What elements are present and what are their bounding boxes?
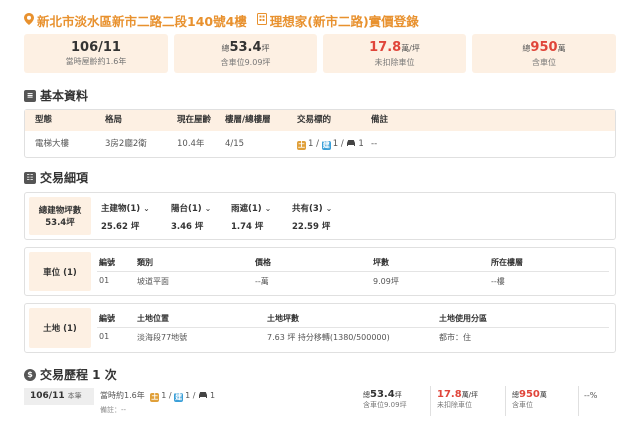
address-title: 新北市淡水區新市二路二段140號4樓 (37, 13, 247, 29)
chevron-down-icon: ⌄ (204, 204, 212, 213)
land-icon: 土 (297, 141, 306, 150)
total-price: 950 (530, 40, 558, 55)
basic-info-heading: ≡ 基本資料 (24, 87, 88, 104)
community-link[interactable]: 理想家(新市二路)實價登錄 (270, 11, 419, 30)
unit-price: 17.8 (369, 40, 402, 55)
history-title: 交易歷程 1 次 (40, 368, 117, 382)
parking-box: 車位 (1) 編號 類別 價格 坪數 所在樓層 01 坡道平面 --萬 9.09… (24, 247, 616, 296)
divider (578, 386, 579, 416)
history-note: 備註：-- (100, 406, 127, 414)
car-icon (346, 132, 356, 158)
col-note: 備註 (371, 115, 389, 125)
location-pin-icon (24, 12, 34, 28)
dollar-icon: $ (24, 368, 36, 381)
table-header-row: 型態 格局 現在屋齡 樓層/總樓層 交易標的 備註 (25, 110, 615, 131)
land-label: 土地 (1) (29, 308, 91, 348)
value-layout: 3房2廳2衛 (105, 139, 147, 149)
table-row: 電梯大樓 3房2廳2衛 10.4年 4/15 土1 / 建1 / 1 -- (25, 131, 615, 157)
value-target: 土1 / 建1 / 1 (297, 131, 364, 158)
unit-price-unit: 萬/坪 (401, 44, 420, 53)
history-date-badge: 106/11 本筆 (24, 388, 94, 405)
canopy-dropdown[interactable]: 雨遮(1) ⌄ 1.74 坪 (231, 202, 271, 232)
divider (97, 327, 609, 328)
parking-col-price: 價格 (255, 258, 271, 267)
land-value-no: 01 (99, 332, 110, 341)
land-col-no: 編號 (99, 314, 115, 323)
value-age: 10.4年 (177, 139, 205, 149)
col-floor: 樓層/總樓層 (225, 115, 271, 125)
balcony-dropdown[interactable]: 陽台(1) ⌄ 3.46 坪 (171, 202, 211, 232)
col-target: 交易標的 (297, 115, 332, 125)
summary-unit-price-card: 17.8萬/坪 未扣除車位 (323, 34, 466, 73)
value-floor: 4/15 (225, 139, 245, 149)
trade-age: 當時屋齡約1.6年 (65, 57, 127, 66)
value-type: 電梯大樓 (35, 139, 70, 149)
parking-value-no: 01 (99, 276, 110, 285)
land-col-location: 土地位置 (137, 314, 169, 323)
car-icon (198, 391, 208, 401)
price-unit: 萬 (557, 44, 566, 53)
summary-date-card: 106/11 當時屋齡約1.6年 (24, 34, 168, 73)
summary-area-card: 總53.4坪 含車位9.09坪 (174, 34, 317, 73)
divider (97, 271, 609, 272)
divider (505, 386, 506, 416)
chevron-down-icon: ⌄ (143, 204, 150, 213)
col-age: 現在屋齡 (177, 115, 212, 125)
land-value-location: 淡海段77地號 (137, 333, 188, 342)
history-heading: $ 交易歷程 1 次 (24, 366, 117, 383)
land-icon: 土 (150, 393, 160, 402)
trade-detail-title: 交易細項 (40, 171, 89, 185)
total-price-note: 含車位 (532, 58, 556, 67)
basic-info-title: 基本資料 (40, 89, 89, 103)
basic-info-table: 型態 格局 現在屋齡 樓層/總樓層 交易標的 備註 電梯大樓 3房2廳2衛 10… (24, 109, 616, 158)
page-header: 新北市淡水區新市二路二段140號4樓 理想家(新市二路)實價登錄 (24, 10, 419, 30)
shared-area-dropdown[interactable]: 共有(3) ⌄ 22.59 坪 (292, 202, 332, 232)
parking-label: 車位 (1) (29, 252, 91, 291)
history-info: 當時約1.6年 土1 / 建1 / 1 (100, 391, 216, 402)
col-layout: 格局 (105, 115, 123, 125)
total-area: 53.4 (229, 40, 262, 55)
main-building-dropdown[interactable]: 主建物(1) ⌄ 25.62 坪 (101, 202, 150, 232)
land-col-area: 土地坪數 (267, 314, 299, 323)
col-type: 型態 (35, 115, 53, 125)
total-building-area: 總建物坪數 53.4坪 (29, 197, 91, 235)
land-box: 土地 (1) 編號 土地位置 土地坪數 土地使用分區 01 淡海段77地號 7.… (24, 303, 616, 353)
trade-detail-heading: ☷ 交易細項 (24, 169, 88, 186)
parking-col-type: 類別 (137, 258, 153, 267)
summary-total-price-card: 總950萬 含車位 (472, 34, 616, 73)
list-icon: ☷ (24, 171, 36, 184)
building-type-icon: 建 (321, 141, 331, 150)
current-record-tag: 本筆 (67, 392, 82, 400)
history-area: 總53.4坪 含車位9.09坪 (363, 389, 407, 409)
parking-value-area: 9.09坪 (373, 277, 399, 286)
history-total-price: 總950萬 含車位 (512, 389, 547, 409)
building-type-icon: 建 (174, 393, 184, 402)
land-value-zoning: 都市：住 (439, 333, 471, 342)
area-unit: 坪 (261, 44, 270, 53)
chevron-down-icon: ⌄ (264, 204, 272, 213)
parking-value-floor: --樓 (491, 277, 505, 286)
land-value-area: 7.63 坪 持分移轉(1380/500000) (267, 333, 390, 342)
area-breakdown-box: 總建物坪數 53.4坪 主建物(1) ⌄ 25.62 坪 陽台(1) ⌄ 3.4… (24, 192, 616, 240)
parking-col-area: 坪數 (373, 258, 389, 267)
value-note: -- (371, 139, 378, 149)
parking-value-price: --萬 (255, 277, 269, 286)
trade-date: 106/11 (71, 40, 121, 55)
parking-value-type: 坡道平面 (137, 277, 169, 286)
history-unit-price: 17.8萬/坪 未扣除車位 (437, 389, 479, 409)
history-change: --% (584, 391, 598, 400)
unit-price-note: 未扣除車位 (374, 58, 415, 67)
parking-col-floor: 所在樓層 (491, 258, 523, 267)
parking-col-no: 編號 (99, 258, 115, 267)
area-note: 含車位9.09坪 (220, 58, 271, 67)
history-date: 106/11 (30, 391, 65, 401)
building-icon (256, 12, 267, 28)
history-age: 當時約1.6年 (100, 391, 145, 400)
divider (430, 386, 431, 416)
land-col-zoning: 土地使用分區 (439, 314, 487, 323)
chevron-down-icon: ⌄ (325, 204, 333, 213)
document-icon: ≡ (24, 89, 36, 102)
